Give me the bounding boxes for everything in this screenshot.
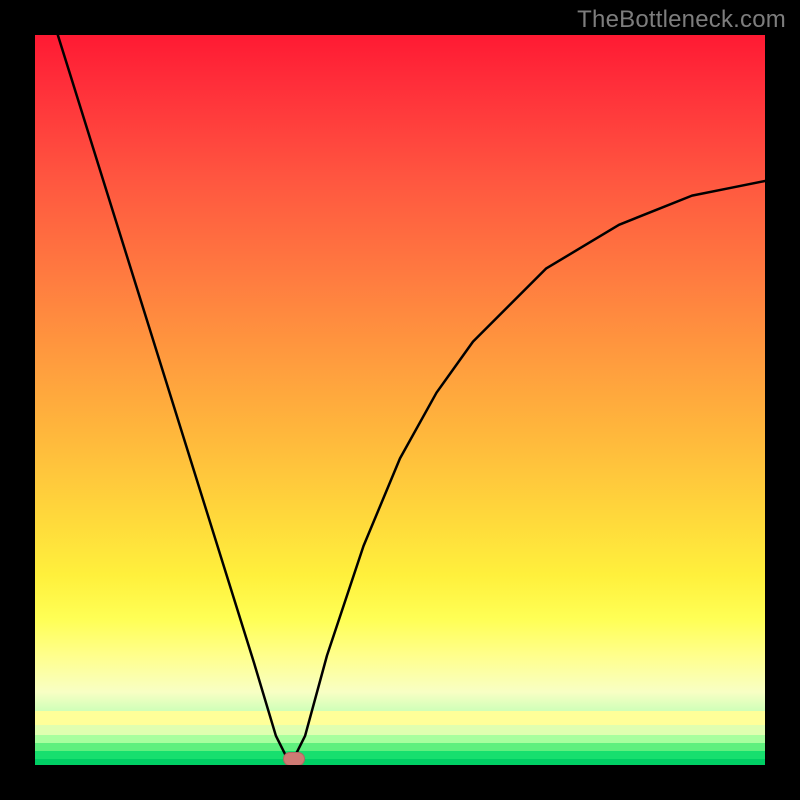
chart-frame: TheBottleneck.com — [0, 0, 800, 800]
attribution-text: TheBottleneck.com — [577, 6, 786, 34]
curve-line — [35, 35, 765, 765]
plot-area — [35, 35, 765, 765]
minimum-marker — [283, 752, 305, 765]
